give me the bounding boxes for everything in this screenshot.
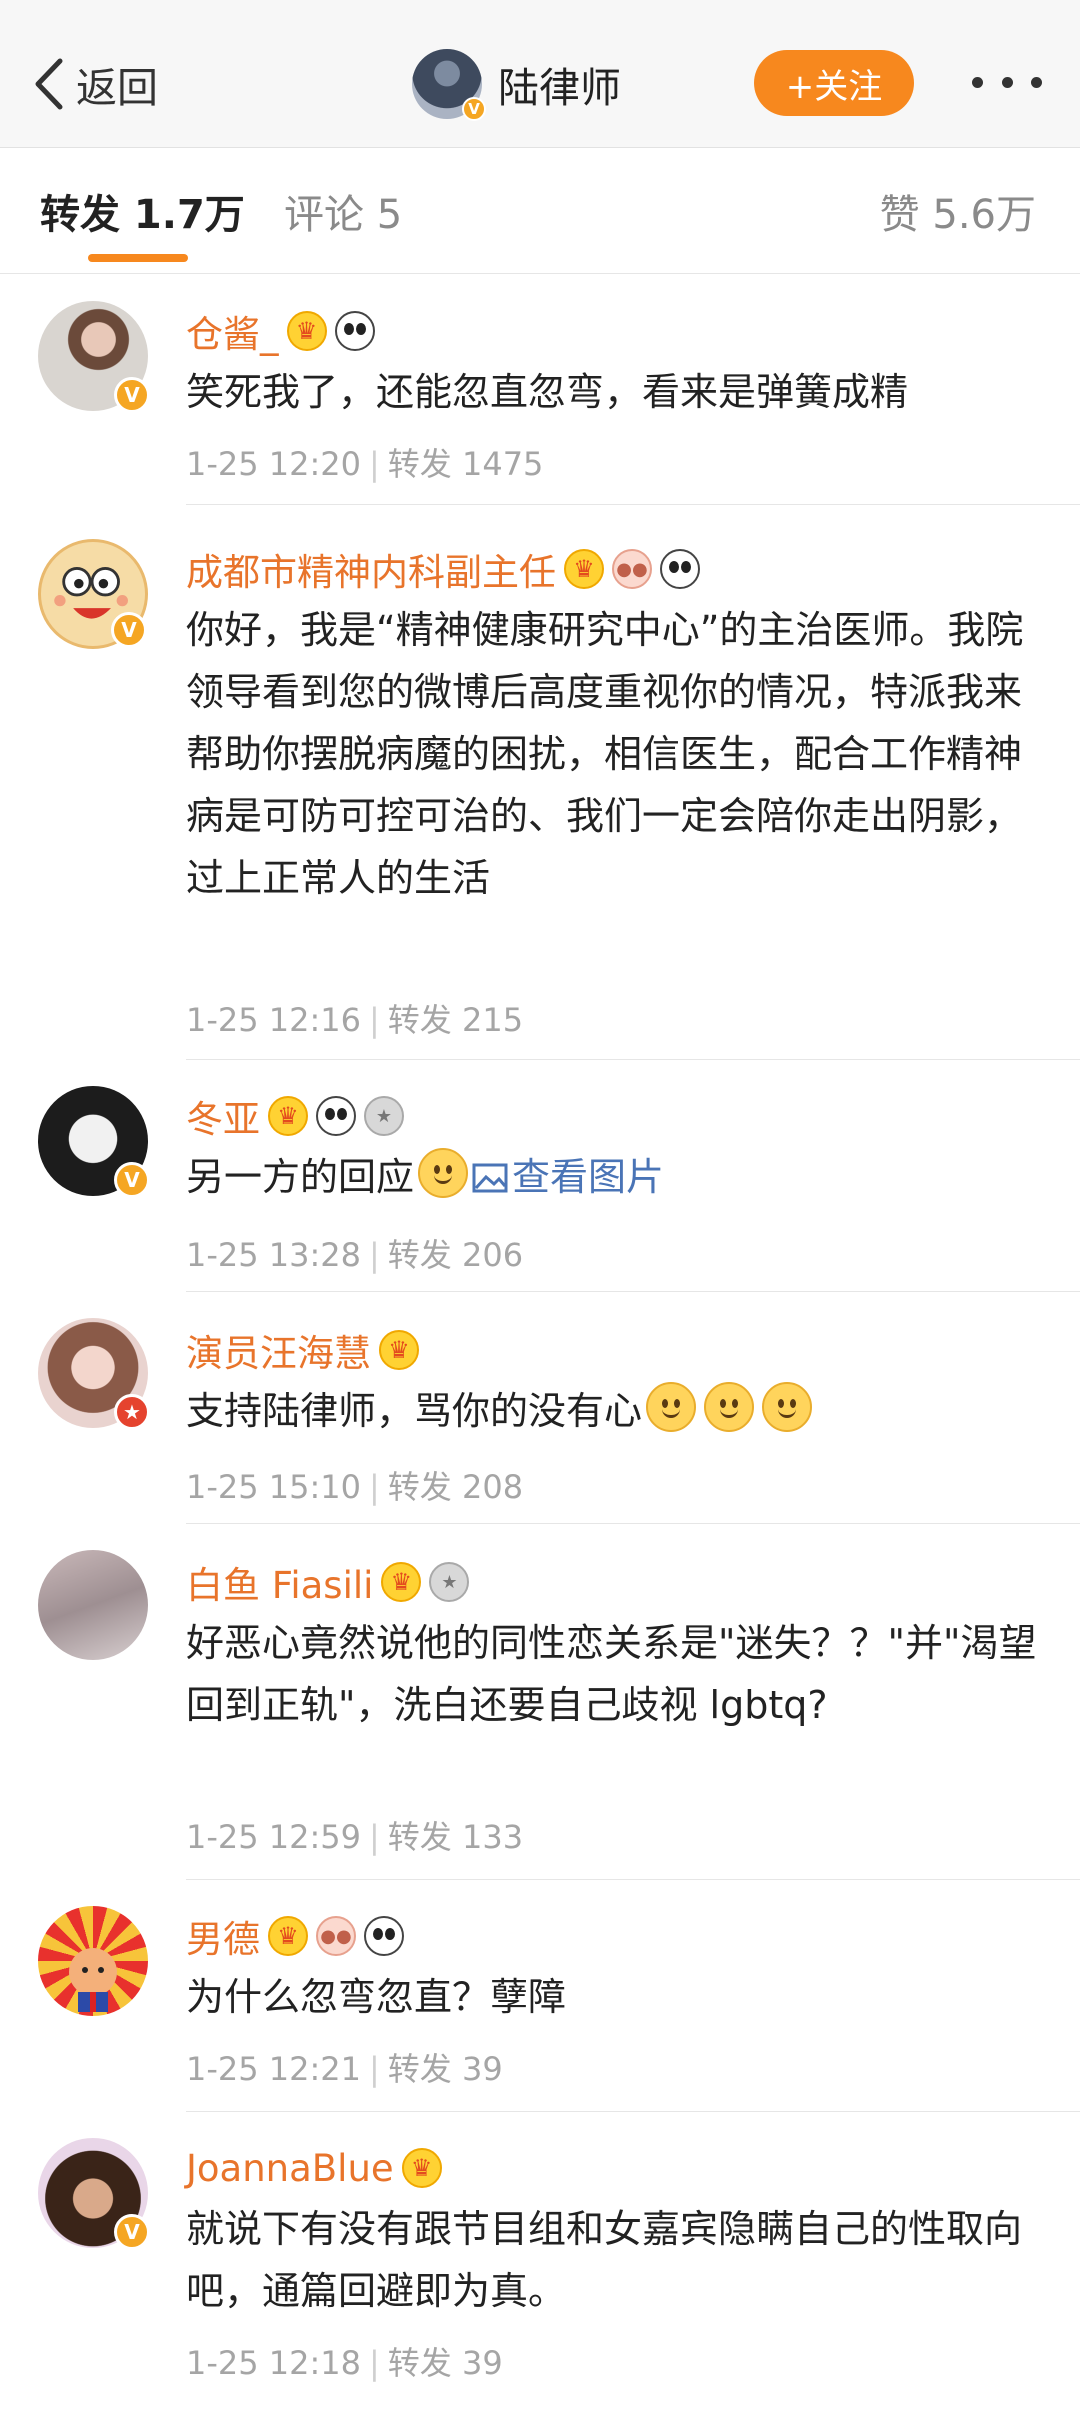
crown-icon: ♛ — [564, 549, 604, 589]
tab-likes[interactable]: 赞 5.6万 — [880, 182, 1036, 240]
verified-icon: V — [462, 97, 486, 121]
tab-reposts[interactable]: 转发 1.7万 — [40, 182, 245, 240]
repost-text: 另一方的回应 — [186, 1155, 415, 1199]
repost-count: 转发 39 — [387, 2050, 503, 2088]
verified-icon: V — [114, 377, 150, 413]
username[interactable]: JoannaBlue — [186, 2147, 394, 2190]
tab-comments[interactable]: 评论 5 — [284, 182, 402, 240]
list-item[interactable]: 白鱼 Fiasili ♛ ★ 好恶心竟然说他的同性恋关系是"迷失？？"并"渴望回… — [0, 1524, 1080, 1880]
repost-meta: 1-25 12:21 | 转发 39 — [186, 2050, 503, 2088]
repost-text: 为什么忽弯忽直？孽障 — [186, 1975, 567, 2019]
repost-meta: 1-25 12:16 | 转发 215 — [186, 1001, 524, 1039]
repost-count: 转发 133 — [387, 1818, 524, 1856]
crown-icon: ♛ — [381, 1562, 422, 1602]
verified-icon: V — [111, 612, 147, 648]
timestamp: 1-25 12:16 — [186, 1001, 362, 1039]
panda-icon — [660, 549, 700, 589]
crown-icon: ♛ — [268, 1096, 308, 1136]
pig-icon: ●● — [612, 549, 652, 589]
repost-meta: 1-25 12:20 | 转发 1475 — [186, 445, 544, 483]
avatar[interactable]: V — [38, 301, 150, 413]
repost-count: 转发 208 — [387, 1468, 524, 1506]
repost-count: 转发 215 — [387, 1001, 524, 1039]
timestamp: 1-25 15:10 — [186, 1468, 362, 1506]
emoji-icon — [418, 1148, 469, 1198]
username[interactable]: 冬亚 — [186, 1089, 260, 1143]
list-item[interactable]: 男德 ♛ ●● 为什么忽弯忽直？孽障 1-25 12:21 | 转发 39 — [0, 1880, 1080, 2112]
username[interactable]: 演员汪海慧 — [186, 1323, 371, 1377]
repost-meta: 1-25 15:10 | 转发 208 — [186, 1468, 524, 1506]
avatar[interactable]: V — [38, 539, 148, 649]
crown-icon: ♛ — [401, 2148, 442, 2188]
username[interactable]: 白鱼 Fiasili — [186, 1555, 373, 1609]
tab-bar: 转发 1.7万 评论 5 赞 5.6万 — [0, 148, 1080, 274]
author-title[interactable]: V 陆律师 — [412, 48, 621, 121]
medal-icon: ★ — [364, 1096, 404, 1136]
view-image-label: 查看图片 — [512, 1155, 665, 1199]
username[interactable]: 男德 — [186, 1909, 260, 1963]
view-image-link[interactable]: 查看图片 — [472, 1155, 664, 1199]
image-icon — [472, 1163, 508, 1193]
author-avatar[interactable]: V — [412, 49, 486, 121]
panda-icon — [364, 1916, 404, 1956]
back-button[interactable]: 返回 — [30, 48, 158, 120]
verified-star-icon: ★ — [114, 1394, 150, 1430]
more-icon[interactable] — [972, 62, 1042, 102]
avatar[interactable]: V — [38, 2138, 150, 2250]
active-tab-indicator — [88, 254, 188, 262]
timestamp: 1-25 12:18 — [186, 2344, 362, 2382]
repost-text: 笑死我了，还能忽直忽弯，看来是弹簧成精 — [186, 370, 909, 414]
follow-button[interactable]: +关注 — [754, 50, 914, 116]
list-item[interactable]: V 成都市精神内科副主任 ♛ ●● 你好，我是“精神健康研究中心”的主治医师。我… — [0, 505, 1080, 1060]
avatar[interactable]: V — [38, 1086, 150, 1198]
repost-list: V 仓酱_ ♛ 笑死我了，还能忽直忽弯，看来是弹簧成精 1-25 12:20 | 转… — [0, 275, 1080, 2412]
repost-count: 转发 39 — [387, 2344, 503, 2382]
medal-icon: ★ — [429, 1562, 470, 1602]
avatar[interactable] — [38, 1906, 148, 2016]
repost-text: 你好，我是“精神健康研究中心”的主治医师。我院领导看到您的微博后高度重视你的情况… — [186, 608, 1024, 900]
repost-meta: 1-25 12:59 | 转发 133 — [186, 1818, 524, 1856]
panda-icon — [334, 311, 375, 351]
verified-icon: V — [114, 1162, 150, 1198]
repost-text: 就说下有没有跟节目组和女嘉宾隐瞒自己的性取向吧，通篇回避即为真。 — [186, 2207, 1023, 2313]
top-nav-bar: 返回 V 陆律师 +关注 — [0, 0, 1080, 148]
page-title: 陆律师 — [498, 64, 621, 112]
timestamp: 1-25 12:21 — [186, 2050, 362, 2088]
panda-icon — [316, 1096, 356, 1136]
username[interactable]: 成都市精神内科副主任 — [186, 542, 556, 596]
crown-icon: ♛ — [286, 311, 327, 351]
repost-meta: 1-25 13:28 | 转发 206 — [186, 1236, 524, 1274]
avatar[interactable] — [38, 1550, 148, 1660]
repost-text: 好恶心竟然说他的同性恋关系是"迷失？？"并"渴望回到正轨"，洗白还要自己歧视 l… — [186, 1621, 1037, 1727]
avatar[interactable]: ★ — [38, 1318, 150, 1430]
list-item[interactable]: V 仓酱_ ♛ 笑死我了，还能忽直忽弯，看来是弹簧成精 1-25 12:20 | 转… — [0, 275, 1080, 505]
smile-emoji-icon — [762, 1382, 813, 1432]
repost-text: 支持陆律师，骂你的没有心 — [186, 1389, 643, 1433]
smile-emoji-icon — [646, 1382, 697, 1432]
chevron-left-icon — [35, 58, 63, 110]
list-item[interactable]: V 冬亚 ♛ ★ 另一方的回应 查看图片 1-25 13:28 | 转发 206 — [0, 1060, 1080, 1292]
repost-count: 转发 206 — [387, 1236, 524, 1274]
username[interactable]: 仓酱_ — [186, 304, 279, 358]
crown-icon: ♛ — [379, 1330, 419, 1370]
timestamp: 1-25 12:20 — [186, 445, 362, 483]
pig-icon: ●● — [316, 1916, 356, 1956]
crown-icon: ♛ — [268, 1916, 308, 1956]
list-item[interactable]: V JoannaBlue ♛ 就说下有没有跟节目组和女嘉宾隐瞒自己的性取向吧，通… — [0, 2112, 1080, 2412]
list-item[interactable]: ★ 演员汪海慧 ♛ 支持陆律师，骂你的没有心 1-25 15:10 | 转发 208 — [0, 1292, 1080, 1524]
repost-count: 转发 1475 — [387, 445, 544, 483]
back-label: 返回 — [76, 64, 158, 112]
smile-emoji-icon — [704, 1382, 755, 1432]
repost-meta: 1-25 12:18 | 转发 39 — [186, 2344, 503, 2382]
timestamp: 1-25 13:28 — [186, 1236, 362, 1274]
cartoon-face-icon — [69, 1948, 117, 2012]
timestamp: 1-25 12:59 — [186, 1818, 362, 1856]
verified-icon: V — [114, 2214, 150, 2250]
